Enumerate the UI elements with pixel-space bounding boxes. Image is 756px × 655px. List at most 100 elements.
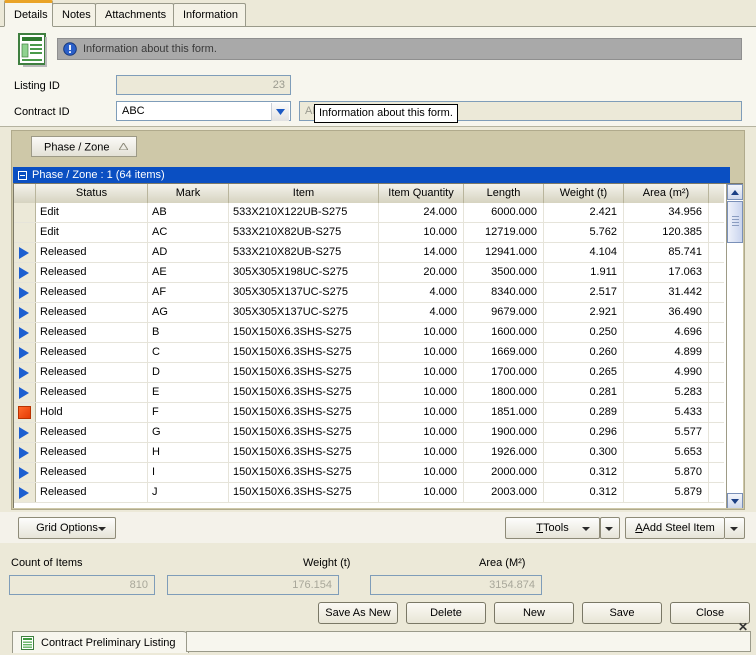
ascending-sort-icon[interactable] xyxy=(117,140,129,155)
cell-item-quantity[interactable]: 4.000 xyxy=(379,303,464,322)
tab-notes[interactable]: Notes xyxy=(52,3,96,26)
cell-status[interactable]: Released xyxy=(36,423,148,442)
cell-status[interactable]: Hold xyxy=(36,403,148,422)
cell-item-quantity[interactable]: 4.000 xyxy=(379,283,464,302)
cell-mark[interactable]: F xyxy=(148,403,229,422)
row-indicator-released-icon[interactable] xyxy=(14,383,36,402)
cell-item-quantity[interactable]: 10.000 xyxy=(379,463,464,482)
cell-area[interactable]: 5.870 xyxy=(624,463,709,482)
cell-mark[interactable]: AD xyxy=(148,243,229,262)
add-steel-item-dropdown-button[interactable] xyxy=(725,517,745,539)
cell-weight[interactable]: 0.260 xyxy=(544,343,624,362)
cell-weight[interactable]: 0.250 xyxy=(544,323,624,342)
cell-item[interactable]: 533X210X82UB-S275 xyxy=(229,243,379,262)
cell-item-quantity[interactable]: 14.000 xyxy=(379,243,464,262)
cell-item[interactable]: 150X150X6.3SHS-S275 xyxy=(229,323,379,342)
cell-weight[interactable]: 2.517 xyxy=(544,283,624,302)
add-steel-item-button[interactable]: AAdd Steel Item xyxy=(625,517,725,539)
cell-area[interactable]: 4.899 xyxy=(624,343,709,362)
table-row[interactable]: Hold F 150X150X6.3SHS-S275 10.000 1851.000 0.… xyxy=(14,403,724,423)
cell-length[interactable]: 3500.000 xyxy=(464,263,544,282)
cell-area[interactable]: 85.741 xyxy=(624,243,709,262)
cell-length[interactable]: 6000.000 xyxy=(464,203,544,222)
row-indicator-hold-icon[interactable] xyxy=(14,403,36,422)
cell-item[interactable]: 305X305X137UC-S275 xyxy=(229,283,379,302)
cell-item[interactable]: 150X150X6.3SHS-S275 xyxy=(229,343,379,362)
cell-item[interactable]: 150X150X6.3SHS-S275 xyxy=(229,463,379,482)
cell-status[interactable]: Released xyxy=(36,323,148,342)
cell-mark[interactable]: G xyxy=(148,423,229,442)
row-indicator-released-icon[interactable] xyxy=(14,423,36,442)
cell-item[interactable]: 150X150X6.3SHS-S275 xyxy=(229,403,379,422)
cell-mark[interactable]: AG xyxy=(148,303,229,322)
cell-item-quantity[interactable]: 20.000 xyxy=(379,263,464,282)
cell-item-quantity[interactable]: 10.000 xyxy=(379,423,464,442)
cell-weight[interactable]: 0.312 xyxy=(544,483,624,502)
cell-item-quantity[interactable]: 10.000 xyxy=(379,483,464,502)
cell-length[interactable]: 1926.000 xyxy=(464,443,544,462)
cell-mark[interactable]: B xyxy=(148,323,229,342)
cell-mark[interactable]: D xyxy=(148,363,229,382)
cell-item[interactable]: 305X305X137UC-S275 xyxy=(229,303,379,322)
cell-mark[interactable]: AF xyxy=(148,283,229,302)
cell-status[interactable]: Released xyxy=(36,383,148,402)
row-indicator-released-icon[interactable] xyxy=(14,263,36,282)
cell-item[interactable]: 150X150X6.3SHS-S275 xyxy=(229,423,379,442)
row-indicator-released-icon[interactable] xyxy=(14,323,36,342)
column-header-item[interactable]: Item xyxy=(229,184,379,203)
cell-area[interactable]: 120.385 xyxy=(624,223,709,242)
collapse-icon[interactable] xyxy=(18,170,27,180)
cell-status[interactable]: Released xyxy=(36,343,148,362)
cell-mark[interactable]: J xyxy=(148,483,229,502)
column-header-area[interactable]: Area (m²) xyxy=(624,184,709,203)
cell-status[interactable]: Released xyxy=(36,483,148,502)
cell-weight[interactable]: 0.296 xyxy=(544,423,624,442)
cell-item-quantity[interactable]: 10.000 xyxy=(379,343,464,362)
chevron-down-icon[interactable] xyxy=(727,493,743,508)
cell-mark[interactable]: C xyxy=(148,343,229,362)
cell-length[interactable]: 1900.000 xyxy=(464,423,544,442)
tab-details[interactable]: Details xyxy=(4,0,53,27)
contract-id-combo[interactable]: ABC xyxy=(116,101,291,121)
save-as-new-button[interactable]: Save As New xyxy=(318,602,398,624)
cell-status[interactable]: Released xyxy=(36,283,148,302)
column-header-status[interactable]: Status xyxy=(36,184,148,203)
table-row[interactable]: Edit AB 533X210X122UB-S275 24.000 6000.000 2.… xyxy=(14,203,724,223)
cell-length[interactable]: 1669.000 xyxy=(464,343,544,362)
cell-item-quantity[interactable]: 10.000 xyxy=(379,443,464,462)
cell-area[interactable]: 4.990 xyxy=(624,363,709,382)
cell-status[interactable]: Released xyxy=(36,443,148,462)
cell-weight[interactable]: 0.300 xyxy=(544,443,624,462)
cell-area[interactable]: 5.433 xyxy=(624,403,709,422)
cell-area[interactable]: 34.956 xyxy=(624,203,709,222)
cell-mark[interactable]: E xyxy=(148,383,229,402)
cell-status[interactable]: Edit xyxy=(36,203,148,222)
cell-area[interactable]: 4.696 xyxy=(624,323,709,342)
cell-length[interactable]: 9679.000 xyxy=(464,303,544,322)
tab-attachments[interactable]: Attachments xyxy=(95,3,174,26)
table-row[interactable]: Released H 150X150X6.3SHS-S275 10.000 1926.0… xyxy=(14,443,724,463)
cell-length[interactable]: 2003.000 xyxy=(464,483,544,502)
grid-vertical-scrollbar[interactable] xyxy=(726,184,743,508)
table-row[interactable]: Released AE 305X305X198UC-S275 20.000 3500.0… xyxy=(14,263,724,283)
row-indicator-released-icon[interactable] xyxy=(14,363,36,382)
listing-id-field[interactable]: 23 xyxy=(116,75,291,95)
cell-area[interactable]: 5.283 xyxy=(624,383,709,402)
cell-length[interactable]: 12719.000 xyxy=(464,223,544,242)
cell-item[interactable]: 150X150X6.3SHS-S275 xyxy=(229,483,379,502)
cell-mark[interactable]: AE xyxy=(148,263,229,282)
cell-weight[interactable]: 0.281 xyxy=(544,383,624,402)
cell-length[interactable]: 1600.000 xyxy=(464,323,544,342)
cell-item-quantity[interactable]: 24.000 xyxy=(379,203,464,222)
cell-length[interactable]: 8340.000 xyxy=(464,283,544,302)
column-header-mark[interactable]: Mark xyxy=(148,184,229,203)
table-row[interactable]: Released AF 305X305X137UC-S275 4.000 8340.00… xyxy=(14,283,724,303)
group-chip-phase-zone[interactable]: Phase / Zone xyxy=(31,136,137,157)
cell-item[interactable]: 533X210X82UB-S275 xyxy=(229,223,379,242)
row-indicator-none[interactable] xyxy=(14,203,36,222)
cell-length[interactable]: 1700.000 xyxy=(464,363,544,382)
row-indicator-released-icon[interactable] xyxy=(14,343,36,362)
cell-mark[interactable]: H xyxy=(148,443,229,462)
cell-length[interactable]: 1851.000 xyxy=(464,403,544,422)
cell-weight[interactable]: 0.312 xyxy=(544,463,624,482)
